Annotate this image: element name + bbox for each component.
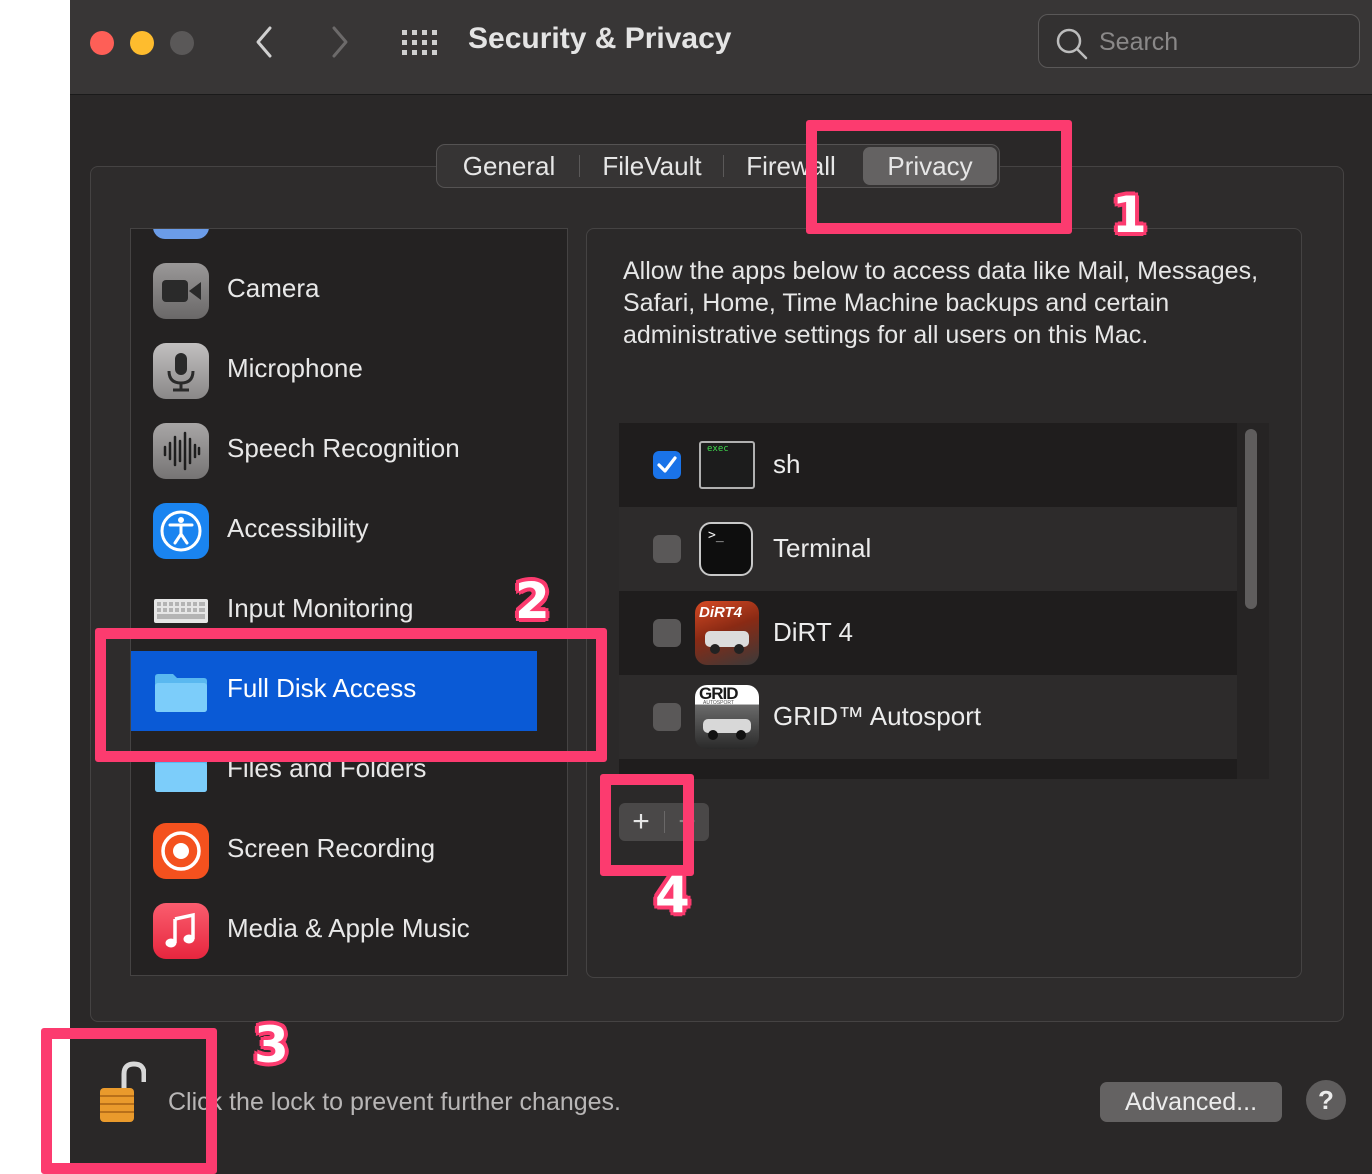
location-icon [153, 229, 209, 239]
privacy-category-list[interactable]: Camera Microphone Speech Recognition Acc… [130, 228, 568, 976]
show-all-button[interactable] [400, 26, 440, 58]
waveform-icon [153, 423, 209, 479]
forward-button[interactable] [324, 22, 354, 62]
sidebar-item-label: Microphone [227, 353, 363, 383]
sidebar-item-accessibility[interactable]: Accessibility [131, 491, 537, 571]
sidebar-item-screen-recording[interactable]: Screen Recording [131, 811, 537, 891]
exec-icon: exec [699, 441, 755, 489]
sidebar-item-label: Screen Recording [227, 833, 436, 863]
dirt4-app-icon: DiRT4 [695, 601, 759, 665]
grid-autosport-app-icon: GRID AUTOSPORT [695, 685, 759, 749]
minimize-button[interactable] [130, 31, 154, 55]
help-button[interactable]: ? [1306, 1080, 1346, 1120]
record-icon [153, 823, 209, 879]
tab-general[interactable]: General [443, 145, 575, 187]
sidebar-item-camera[interactable]: Camera [131, 251, 537, 331]
annotation-box-privacy-tab [806, 120, 1072, 234]
annotation-number-4: 4 [655, 866, 690, 924]
camera-icon [153, 263, 209, 319]
app-row-grid-autosport[interactable]: GRID AUTOSPORT GRID™ Autosport [619, 675, 1237, 759]
sidebar-item-label: Speech Recognition [227, 433, 460, 463]
sidebar-item-media-apple-music[interactable]: Media & Apple Music [131, 891, 537, 971]
search-input[interactable] [1097, 25, 1341, 59]
checkmark-icon [657, 456, 677, 473]
annotation-number-1: 1 [1112, 186, 1147, 244]
app-checkbox-grid-autosport[interactable] [653, 703, 681, 731]
search-icon [1056, 28, 1088, 60]
app-list-scrollbar[interactable] [1245, 429, 1257, 609]
sidebar-item-speech-recognition[interactable]: Speech Recognition [131, 411, 537, 491]
advanced-button[interactable]: Advanced... [1100, 1082, 1282, 1122]
app-checkbox-terminal[interactable] [653, 535, 681, 563]
sidebar-item-label: Media & Apple Music [227, 913, 470, 943]
annotation-box-lock [41, 1028, 217, 1174]
app-checkbox-dirt4[interactable] [653, 619, 681, 647]
chevron-right-icon [332, 26, 348, 58]
accessibility-icon [153, 503, 209, 559]
privacy-description: Allow the apps below to access data like… [623, 257, 1259, 349]
chevron-left-icon [256, 26, 272, 58]
annotation-number-3: 3 [254, 1016, 289, 1074]
app-name: sh [773, 449, 801, 479]
app-list[interactable]: exec sh >_ Terminal DiRT4 DiRT 4 GRID AU… [619, 423, 1269, 779]
lock-status-text: Click the lock to prevent further change… [168, 1088, 622, 1116]
microphone-icon [153, 343, 209, 399]
app-name: GRID™ Autosport [773, 701, 982, 731]
zoom-button[interactable] [170, 31, 194, 55]
terminal-icon: >_ [699, 522, 753, 576]
app-row-partial[interactable] [619, 759, 1237, 779]
sidebar-item-label: Input Monitoring [227, 593, 414, 623]
search-field[interactable] [1038, 14, 1360, 68]
app-name: Terminal [773, 533, 872, 563]
app-row-dirt4[interactable]: DiRT4 DiRT 4 [619, 591, 1237, 675]
title-bar: Security & Privacy [70, 0, 1372, 95]
close-button[interactable] [90, 31, 114, 55]
sidebar-item-microphone[interactable]: Microphone [131, 331, 537, 411]
annotation-box-add-button [600, 774, 694, 876]
sidebar-item-label: Accessibility [227, 513, 369, 543]
app-row-terminal[interactable]: >_ Terminal [619, 507, 1237, 591]
app-checkbox-sh[interactable] [653, 451, 681, 479]
annotation-box-full-disk-access [95, 628, 607, 762]
system-preferences-window: Security & Privacy General FileVault Fir… [70, 0, 1372, 1174]
window-title: Security & Privacy [468, 22, 732, 55]
annotation-number-2: 2 [515, 572, 550, 630]
grid-icon [402, 30, 437, 55]
back-button[interactable] [250, 22, 280, 62]
tab-divider [723, 155, 724, 177]
tab-filevault[interactable]: FileVault [585, 145, 719, 187]
tab-divider [579, 155, 580, 177]
app-name: DiRT 4 [773, 617, 853, 647]
music-note-icon [153, 903, 209, 959]
sidebar-item-label: Camera [227, 273, 320, 303]
app-row-sh[interactable]: exec sh [619, 423, 1237, 507]
